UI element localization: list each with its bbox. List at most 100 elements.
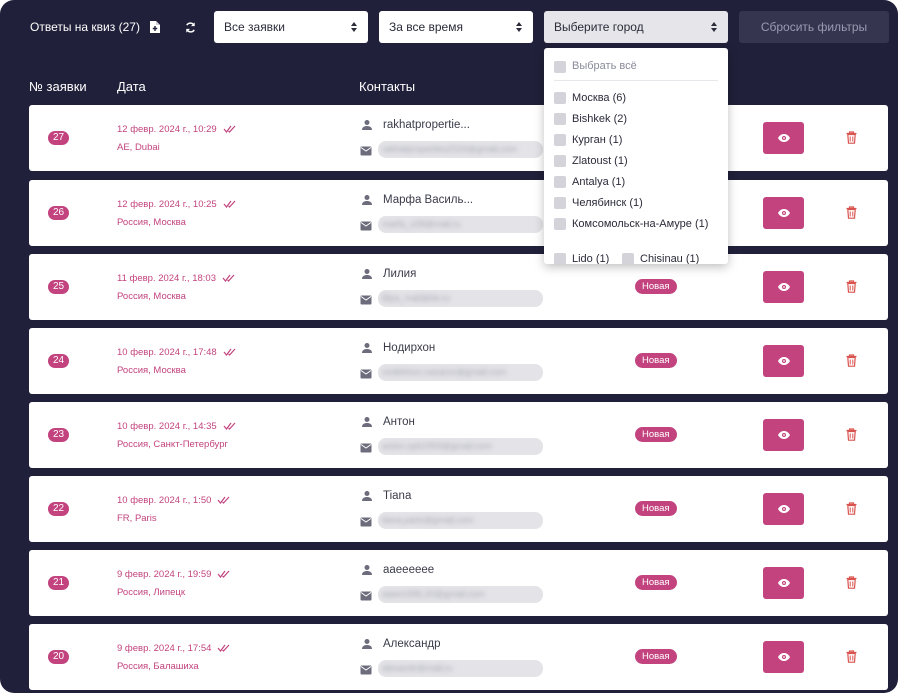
city-option[interactable]: Москва (6) bbox=[554, 90, 718, 106]
request-location: Россия, Москва bbox=[117, 365, 186, 376]
request-id-badge: 22 bbox=[48, 502, 70, 516]
view-button[interactable] bbox=[763, 641, 804, 673]
request-row: 25 11 февр. 2024 г., 18:03 Россия, Москв… bbox=[29, 254, 888, 320]
city-select[interactable]: Выберите город bbox=[544, 11, 728, 43]
reset-filters-button[interactable]: Сбросить фильтры bbox=[739, 11, 889, 43]
status-select[interactable]: Все заявки bbox=[214, 11, 368, 43]
checkbox[interactable] bbox=[554, 253, 566, 264]
mail-icon bbox=[360, 369, 372, 379]
app-window: Ответы на квиз (27) Все заявки За все вр… bbox=[0, 0, 898, 693]
contact-name: Александр bbox=[383, 638, 441, 650]
contact-email: aaee1996.20@gmail.com bbox=[378, 586, 543, 603]
view-button[interactable] bbox=[763, 271, 804, 303]
city-option-partial[interactable]: Lido (1) bbox=[554, 251, 609, 264]
request-location: AE, Dubai bbox=[117, 142, 160, 153]
delete-button[interactable] bbox=[845, 501, 857, 515]
request-row: 27 12 февр. 2024 г., 10:29 AE, Dubai rak… bbox=[29, 105, 888, 171]
city-option-label: Комсомольск-на-Амуре (1) bbox=[572, 218, 709, 230]
request-date-text: 12 февр. 2024 г., 10:25 bbox=[117, 199, 217, 210]
column-header-contacts: Контакты bbox=[359, 79, 416, 94]
request-date-text: 10 февр. 2024 г., 1:50 bbox=[117, 495, 212, 506]
checkbox[interactable] bbox=[554, 113, 566, 125]
view-button[interactable] bbox=[763, 567, 804, 599]
request-row: 21 9 февр. 2024 г., 19:59 Россия, Липецк… bbox=[29, 550, 888, 616]
delete-button[interactable] bbox=[845, 649, 857, 663]
request-row: 20 9 февр. 2024 г., 17:54 Россия, Балаши… bbox=[29, 624, 888, 690]
checkbox[interactable] bbox=[554, 134, 566, 146]
request-date: 10 февр. 2024 г., 17:48 bbox=[117, 347, 236, 358]
request-id-badge: 21 bbox=[48, 576, 70, 590]
trash-icon bbox=[846, 427, 856, 441]
status-badge: Новая bbox=[635, 427, 677, 442]
double-check-icon bbox=[223, 422, 236, 430]
person-icon bbox=[362, 120, 372, 130]
double-check-icon bbox=[217, 644, 230, 652]
request-id-badge: 23 bbox=[48, 428, 70, 442]
delete-button[interactable] bbox=[845, 575, 857, 589]
checkbox[interactable] bbox=[622, 253, 634, 264]
double-check-icon bbox=[217, 570, 230, 578]
contact-email: nodirkhon.nazarov@gmail.com bbox=[378, 364, 543, 381]
select-caret-icon bbox=[516, 22, 522, 32]
city-option[interactable]: Комсомольск-на-Амуре (1) bbox=[554, 216, 718, 232]
mail-icon bbox=[360, 221, 372, 231]
city-option[interactable]: Курган (1) bbox=[554, 132, 718, 148]
delete-button[interactable] bbox=[845, 427, 857, 441]
request-location: Россия, Санкт-Петербург bbox=[117, 439, 228, 450]
status-badge: Новая bbox=[635, 649, 677, 664]
select-all-option[interactable]: Выбрать всё bbox=[554, 58, 637, 74]
mail-icon bbox=[360, 295, 372, 305]
request-date-text: 10 февр. 2024 г., 14:35 bbox=[117, 421, 217, 432]
view-button[interactable] bbox=[763, 493, 804, 525]
city-option-label: Челябинск (1) bbox=[572, 197, 643, 209]
eye-icon bbox=[777, 357, 790, 365]
checkbox[interactable] bbox=[554, 155, 566, 167]
view-button[interactable] bbox=[763, 345, 804, 377]
city-option[interactable]: Antalya (1) bbox=[554, 174, 718, 190]
refresh-icon[interactable] bbox=[181, 18, 199, 36]
city-option-label: Lido (1) bbox=[572, 253, 610, 264]
request-location: FR, Paris bbox=[117, 513, 157, 524]
request-date-text: 10 февр. 2024 г., 17:48 bbox=[117, 347, 217, 358]
city-option[interactable]: Zlatoust (1) bbox=[554, 153, 718, 169]
trash-icon bbox=[846, 130, 856, 144]
view-button[interactable] bbox=[763, 419, 804, 451]
checkbox[interactable] bbox=[554, 176, 566, 188]
request-date: 11 февр. 2024 г., 18:03 bbox=[117, 273, 235, 284]
request-date: 10 февр. 2024 г., 14:35 bbox=[117, 421, 236, 432]
view-button[interactable] bbox=[763, 122, 804, 154]
divider bbox=[554, 80, 718, 81]
city-option[interactable]: Челябинск (1) bbox=[554, 195, 718, 211]
eye-icon bbox=[777, 579, 790, 587]
city-option-partial[interactable]: Chisinau (1) bbox=[622, 251, 699, 264]
trash-icon bbox=[846, 205, 856, 219]
column-header-number: № заявки bbox=[29, 79, 87, 94]
mail-icon bbox=[360, 443, 372, 453]
city-option-label: Москва (6) bbox=[572, 92, 627, 104]
checkbox[interactable] bbox=[554, 218, 566, 230]
view-button[interactable] bbox=[763, 197, 804, 229]
delete-button[interactable] bbox=[845, 279, 857, 293]
eye-icon bbox=[777, 505, 790, 513]
request-location: Россия, Балашиха bbox=[117, 661, 199, 672]
period-select-value: За все время bbox=[389, 20, 463, 34]
contact-name: Tiana bbox=[383, 490, 412, 502]
contact-name: Лилия bbox=[383, 268, 417, 280]
checkbox[interactable] bbox=[554, 197, 566, 209]
export-file-icon[interactable] bbox=[146, 18, 164, 36]
request-date-text: 12 февр. 2024 г., 10:29 bbox=[117, 124, 217, 135]
period-select[interactable]: За все время bbox=[379, 11, 533, 43]
checkbox[interactable] bbox=[554, 92, 566, 104]
select-caret-icon bbox=[711, 22, 717, 32]
delete-button[interactable] bbox=[845, 205, 857, 219]
delete-button[interactable] bbox=[845, 130, 857, 144]
person-icon bbox=[362, 343, 372, 353]
request-id-badge: 20 bbox=[48, 650, 70, 664]
checkbox[interactable] bbox=[554, 61, 566, 73]
status-badge: Новая bbox=[635, 353, 677, 368]
delete-button[interactable] bbox=[845, 353, 857, 367]
city-option[interactable]: Bishkek (2) bbox=[554, 111, 718, 127]
contact-email: tiana.paris@gmail.com bbox=[378, 512, 543, 529]
contact-name: Нодирхон bbox=[383, 342, 436, 354]
status-badge: Новая bbox=[635, 575, 677, 590]
